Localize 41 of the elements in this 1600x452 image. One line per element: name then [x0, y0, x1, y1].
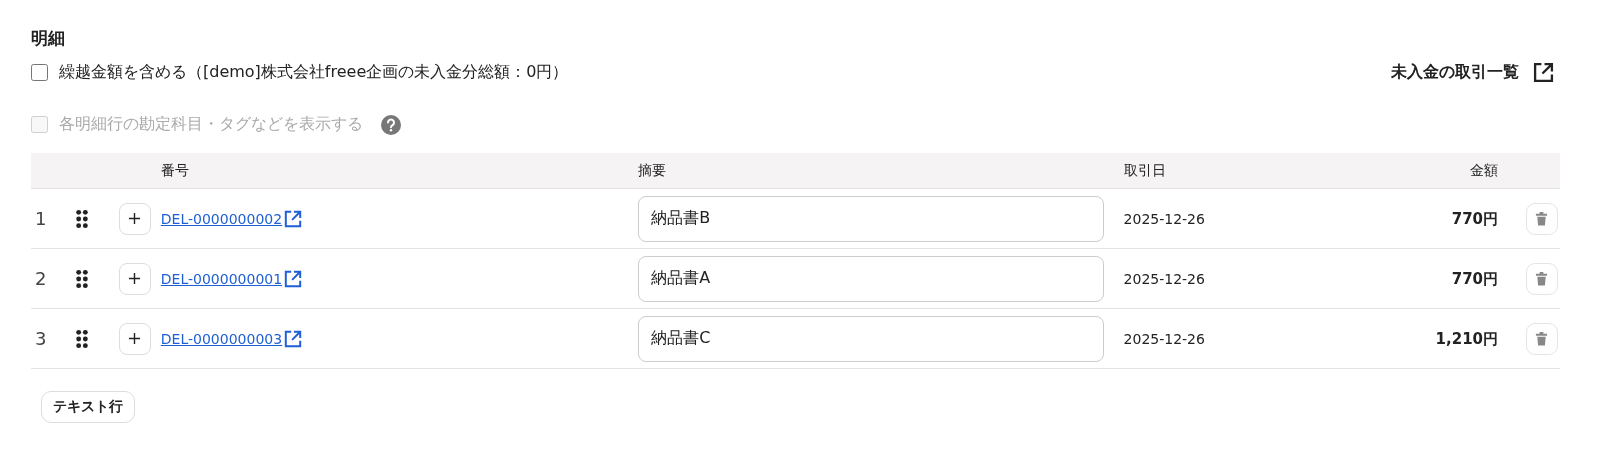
checkbox-label: 繰越金額を含める（[demo]株式会社freee企画の未入金分総額：0円） — [59, 62, 569, 83]
plus-icon — [128, 332, 142, 345]
amount-cell: 1,210円 — [1435, 329, 1499, 348]
trash-icon — [1535, 271, 1549, 286]
date-cell: 2025-12-26 — [1123, 330, 1205, 347]
amount-cell: 770円 — [1451, 209, 1499, 228]
date-cell: 2025-12-26 — [1123, 210, 1205, 227]
add-row-button[interactable] — [118, 322, 151, 355]
delete-button[interactable] — [1526, 202, 1558, 235]
column-header: 番号 — [160, 161, 189, 180]
row-number: 3 — [35, 328, 47, 349]
trash-icon — [1535, 331, 1549, 346]
unpaid-transactions-link[interactable]: 未入金の取引一覧 — [1391, 62, 1554, 83]
document-link[interactable]: DEL-0000000003 — [160, 330, 283, 347]
drag-handle-icon[interactable] — [74, 208, 89, 229]
trash-icon — [1535, 211, 1549, 226]
checkbox-label: 各明細行の勘定科目・タグなどを表示する — [59, 114, 363, 135]
delete-button[interactable] — [1526, 322, 1558, 355]
add-row-button[interactable] — [118, 202, 151, 235]
external-link-icon[interactable] — [1533, 62, 1554, 83]
date-cell: 2025-12-26 — [1123, 270, 1205, 287]
drag-handle-icon[interactable] — [74, 268, 89, 289]
document-link[interactable]: DEL-0000000002 — [160, 210, 283, 227]
add-text-row-button[interactable]: テキスト行 — [41, 391, 135, 423]
section-title: 明細 — [31, 27, 66, 50]
column-header: 金額 — [1470, 161, 1499, 178]
drag-handle-icon[interactable] — [74, 328, 89, 349]
checkbox[interactable] — [31, 64, 48, 81]
plus-icon — [128, 212, 142, 225]
summary-field[interactable]: 納品書B — [638, 195, 1105, 242]
row-number: 2 — [35, 268, 47, 289]
summary-field[interactable]: 納品書C — [638, 315, 1105, 362]
amount-cell: 770円 — [1451, 269, 1499, 288]
column-header: 取引日 — [1123, 161, 1166, 178]
document-link[interactable]: DEL-0000000001 — [160, 270, 283, 287]
plus-icon — [128, 272, 142, 285]
summary-field[interactable]: 納品書A — [638, 255, 1105, 302]
delete-button[interactable] — [1526, 262, 1558, 295]
column-header: 摘要 — [638, 161, 667, 178]
row-number: 1 — [35, 208, 47, 229]
add-row-button[interactable] — [118, 262, 151, 295]
